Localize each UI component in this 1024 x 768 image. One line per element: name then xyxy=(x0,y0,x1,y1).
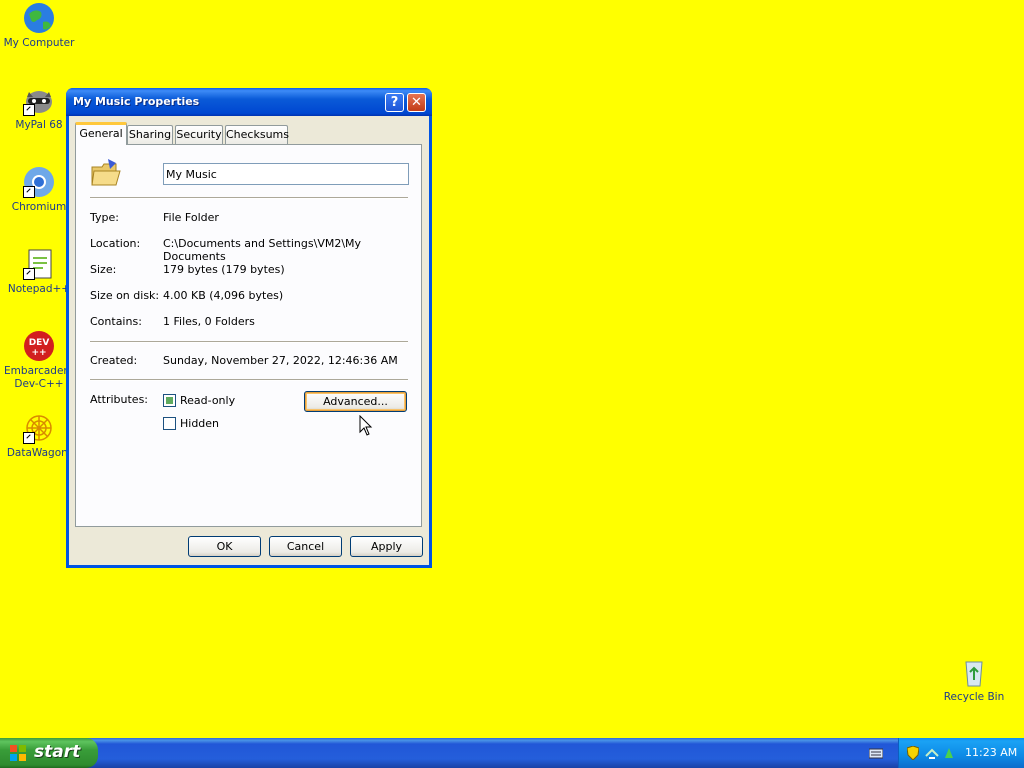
folder-icon xyxy=(90,157,122,189)
svg-text:++: ++ xyxy=(31,348,46,358)
system-tray: 11:23 AM xyxy=(898,738,1024,768)
shortcut-arrow-icon xyxy=(23,432,35,444)
keyboard-icon[interactable] xyxy=(868,747,884,759)
svg-text:DEV: DEV xyxy=(29,338,50,348)
general-tab-panel: Type: File Folder Location: C:\Documents… xyxy=(75,144,422,527)
windows-flag-icon xyxy=(10,745,26,761)
dialog-client-area: General Sharing Security Checksums Type:… xyxy=(69,116,429,565)
desktop-icon-label: My Computer xyxy=(3,37,75,49)
notepadpp-icon xyxy=(23,248,55,280)
size-label: Size: xyxy=(90,263,117,276)
location-label: Location: xyxy=(90,237,141,250)
shortcut-arrow-icon xyxy=(23,268,35,280)
cancel-button[interactable]: Cancel xyxy=(269,536,342,557)
attributes-label: Attributes: xyxy=(90,393,149,406)
title-bar[interactable]: My Music Properties ? ✕ xyxy=(66,88,432,116)
raccoon-icon xyxy=(23,84,55,116)
security-shield-icon[interactable] xyxy=(906,745,920,761)
taskbar: start 11:23 AM xyxy=(0,738,1024,768)
advanced-button[interactable]: Advanced... xyxy=(304,391,407,412)
properties-dialog: My Music Properties ? ✕ General Sharing … xyxy=(66,88,432,568)
clock[interactable]: 11:23 AM xyxy=(965,746,1017,759)
tab-security[interactable]: Security xyxy=(175,125,223,144)
datawagon-icon xyxy=(23,412,55,444)
network-icon[interactable] xyxy=(925,746,939,760)
contains-value: 1 Files, 0 Folders xyxy=(163,315,255,328)
ok-button[interactable]: OK xyxy=(188,536,261,557)
created-label: Created: xyxy=(90,354,138,367)
recycle-bin-icon xyxy=(958,656,990,688)
separator xyxy=(90,341,408,343)
readonly-label[interactable]: Read-only xyxy=(180,394,235,407)
help-button[interactable]: ? xyxy=(385,93,404,112)
size-on-disk-value: 4.00 KB (4,096 bytes) xyxy=(163,289,284,302)
dialog-title: My Music Properties xyxy=(73,95,200,108)
desktop-icon-my-computer[interactable]: My Computer xyxy=(0,2,78,50)
tab-checksums[interactable]: Checksums xyxy=(225,125,289,144)
tab-general[interactable]: General xyxy=(75,122,127,145)
shortcut-arrow-icon xyxy=(23,104,35,116)
separator xyxy=(90,379,408,381)
tab-sharing[interactable]: Sharing xyxy=(127,125,173,144)
desktop-icon-label: Recycle Bin xyxy=(943,691,1005,703)
devcpp-icon: DEV ++ xyxy=(23,330,55,362)
hidden-checkbox[interactable] xyxy=(163,417,176,430)
start-label: start xyxy=(34,742,81,762)
readonly-checkbox[interactable] xyxy=(163,394,176,407)
apply-button[interactable]: Apply xyxy=(350,536,423,557)
start-button[interactable]: start xyxy=(0,738,98,768)
desktop-icon-recycle-bin[interactable]: Recycle Bin xyxy=(935,656,1013,704)
type-value: File Folder xyxy=(163,211,219,224)
created-value: Sunday, November 27, 2022, 12:46:36 AM xyxy=(163,354,398,367)
contains-label: Contains: xyxy=(90,315,142,328)
folder-name-input[interactable] xyxy=(163,163,409,185)
update-icon[interactable] xyxy=(943,746,955,760)
shortcut-arrow-icon xyxy=(23,186,35,198)
close-button[interactable]: ✕ xyxy=(407,93,426,112)
size-on-disk-label: Size on disk: xyxy=(90,289,160,302)
chromium-icon xyxy=(23,166,55,198)
separator xyxy=(90,197,408,199)
type-label: Type: xyxy=(90,211,119,224)
globe-icon xyxy=(23,2,55,34)
mouse-cursor-icon xyxy=(359,414,373,437)
size-value: 179 bytes (179 bytes) xyxy=(163,263,285,276)
hidden-label[interactable]: Hidden xyxy=(180,417,219,430)
location-value: C:\Documents and Settings\VM2\My Documen… xyxy=(163,237,362,263)
